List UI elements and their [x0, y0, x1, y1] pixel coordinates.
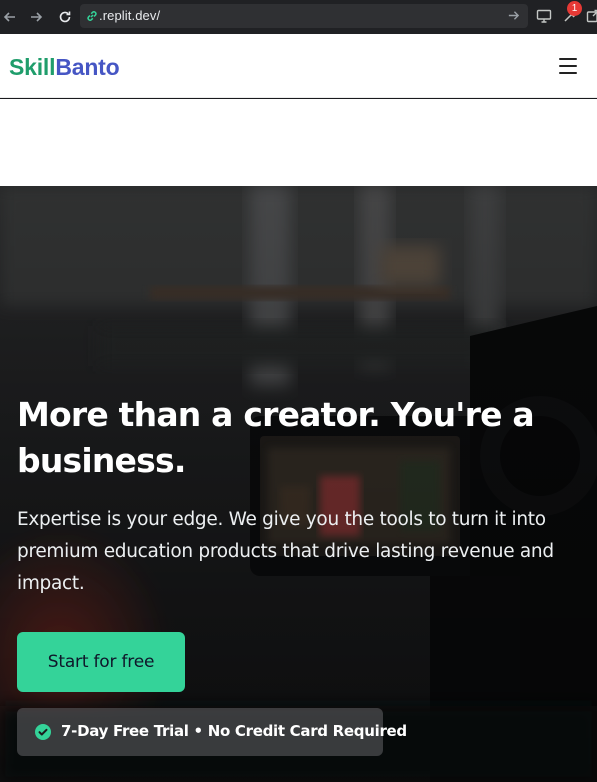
address-bar[interactable]: .replit.dev/: [80, 4, 528, 28]
back-button[interactable]: [0, 7, 20, 27]
brand-part-skill: Skill: [9, 54, 56, 80]
start-for-free-button[interactable]: Start for free: [17, 632, 185, 692]
hero-section: More than a creator. You're a business. …: [0, 186, 597, 782]
reload-button[interactable]: [55, 7, 75, 27]
brand-part-banto: Banto: [55, 54, 120, 80]
forward-button[interactable]: [26, 7, 46, 27]
external-icon[interactable]: [586, 9, 597, 23]
trial-info-text: 7-Day Free Trial • No Credit Card Requir…: [61, 722, 407, 740]
site-header: SkillBanto: [0, 34, 597, 98]
hero-title: More than a creator. You're a business.: [17, 395, 535, 480]
header-spacer: [0, 99, 597, 186]
browser-toolbar: .replit.dev/ 1: [0, 0, 597, 34]
hero-overlay: [0, 186, 597, 782]
forward-arrow-icon: [31, 12, 43, 22]
notification-badge: 1: [567, 1, 582, 16]
trial-info-badge: 7-Day Free Trial • No Credit Card Requir…: [17, 708, 407, 756]
check-circle-icon: [35, 724, 51, 740]
link-icon: [87, 11, 97, 21]
hero-subtitle: Expertise is your edge. We give you the …: [17, 509, 554, 594]
menu-button[interactable]: [557, 56, 579, 76]
monitor-icon[interactable]: [536, 9, 552, 23]
go-arrow-icon[interactable]: [507, 9, 520, 22]
back-arrow-icon: [3, 12, 15, 22]
brand-logo[interactable]: SkillBanto: [9, 54, 120, 81]
url-text: .replit.dev/: [99, 8, 161, 23]
reload-icon: [59, 11, 71, 23]
